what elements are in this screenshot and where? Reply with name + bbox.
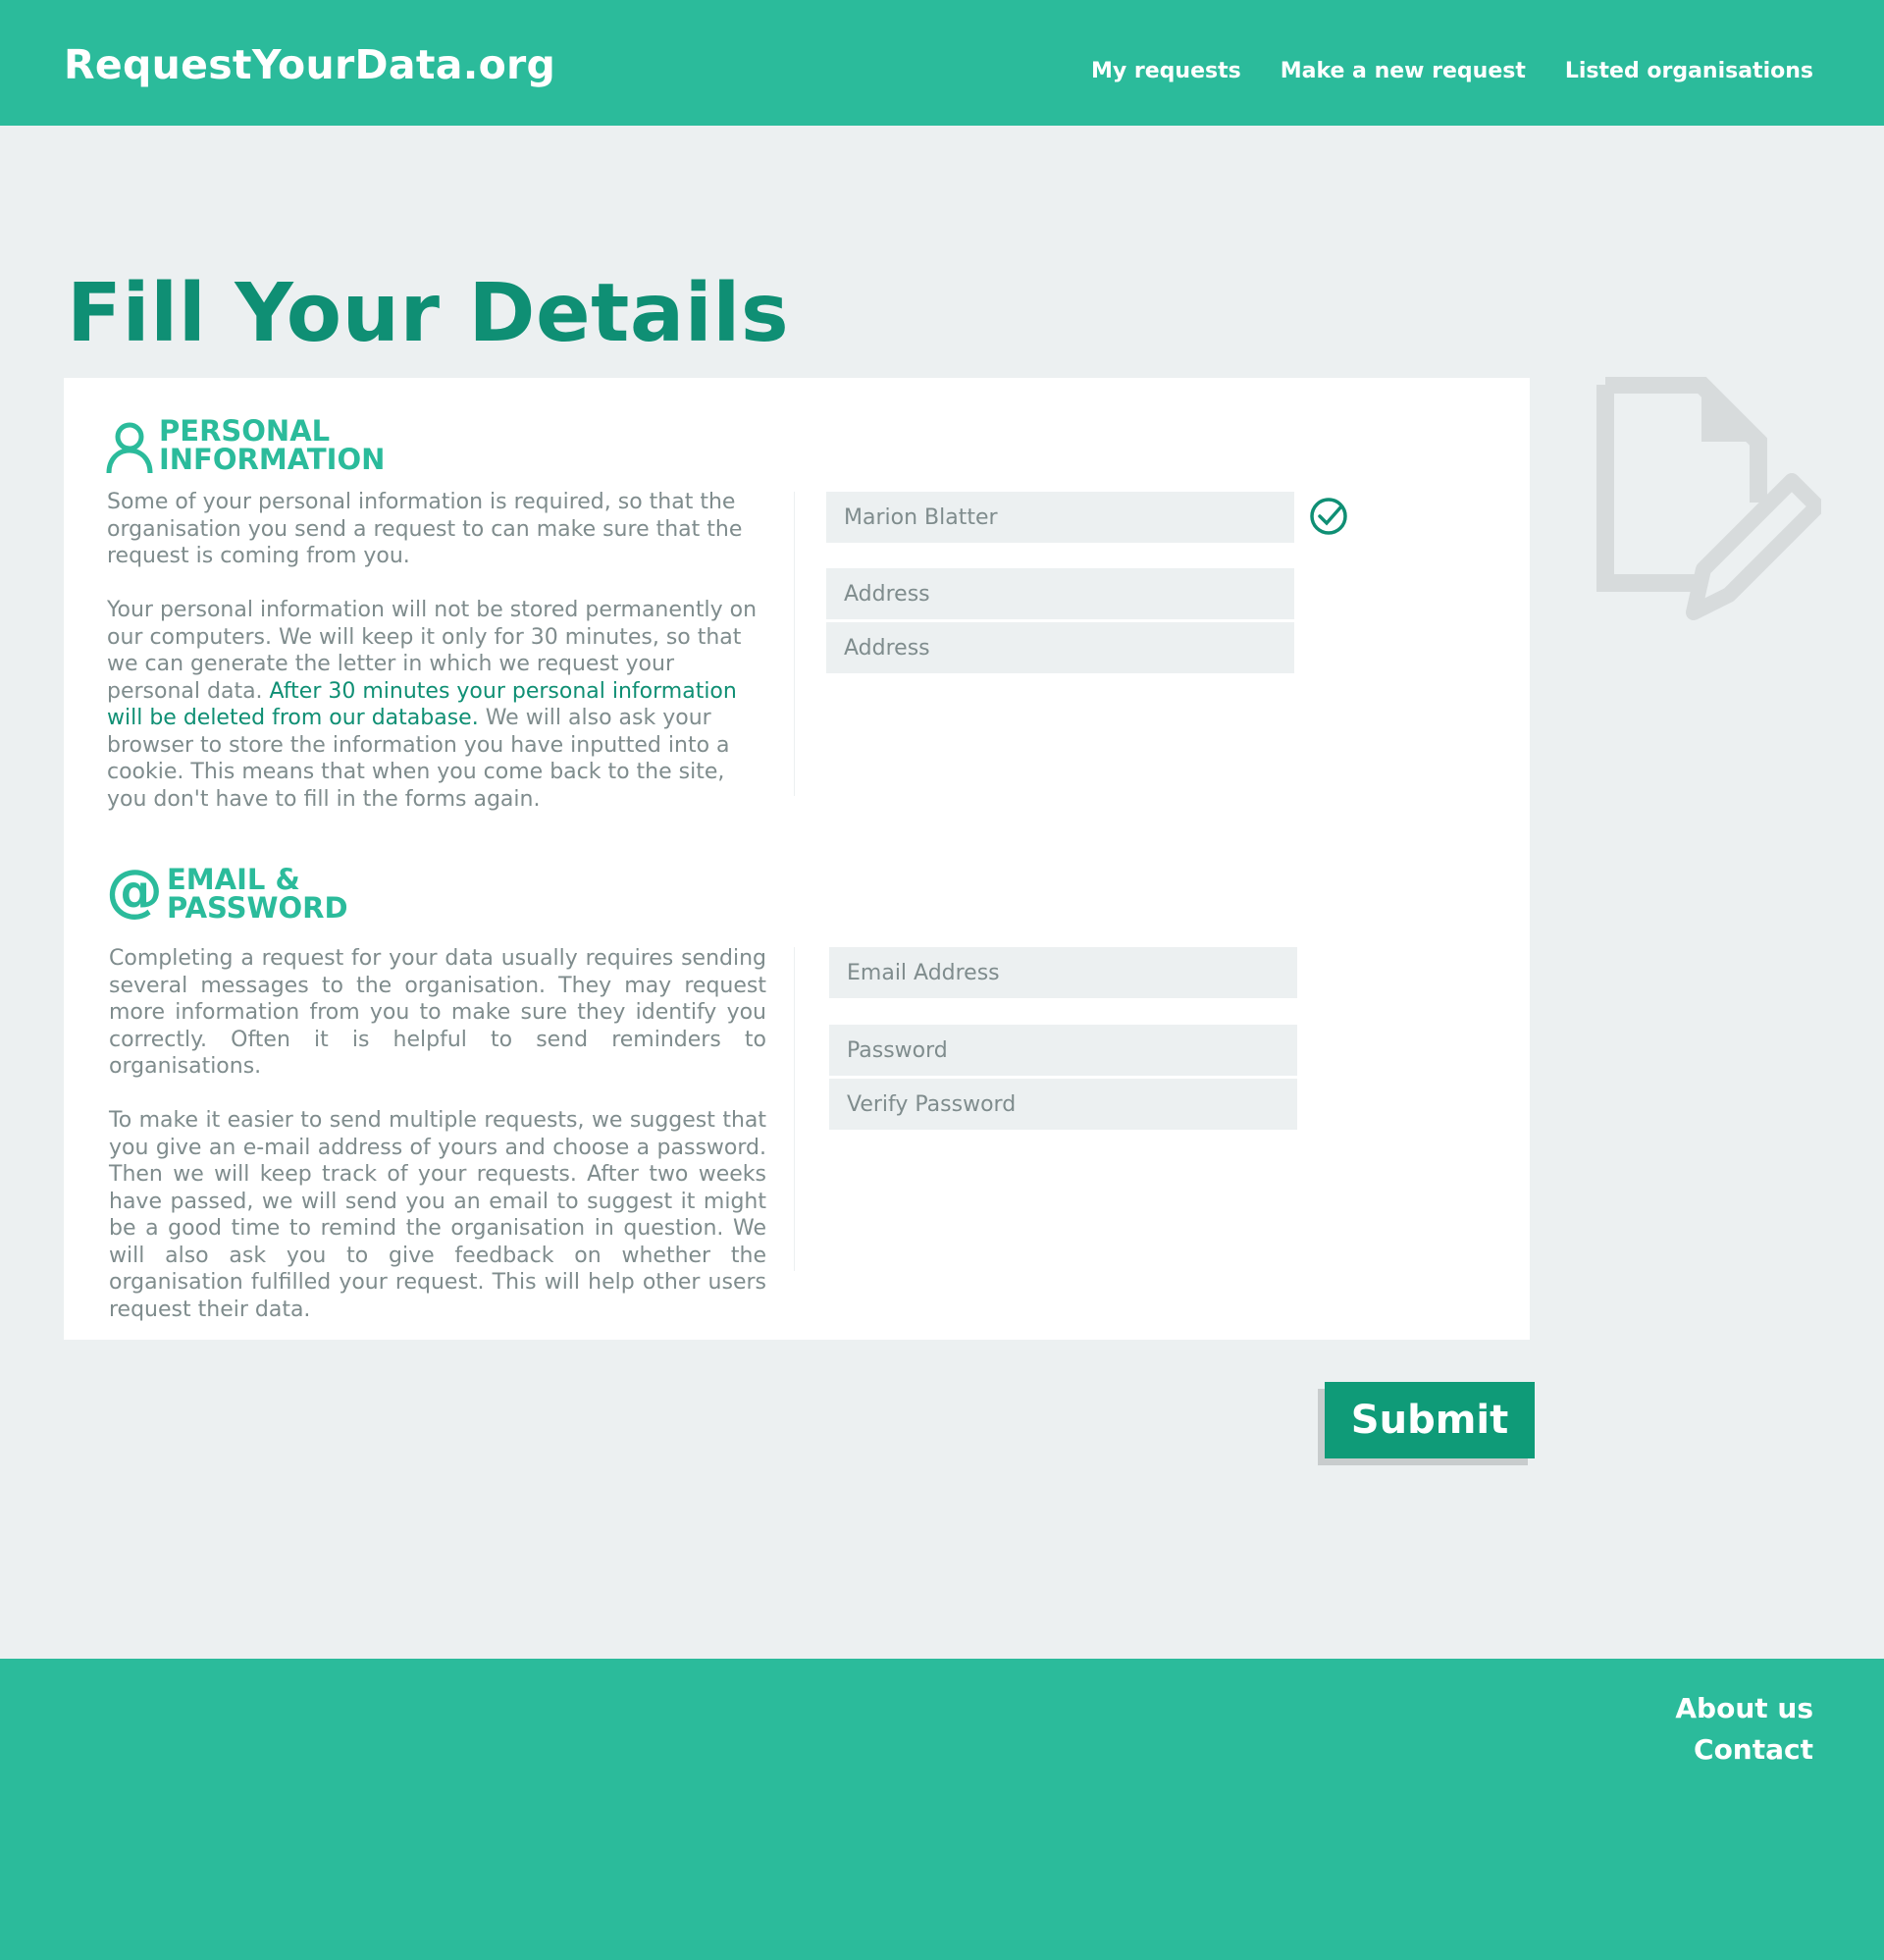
footer-links: About us Contact xyxy=(1675,1688,1813,1771)
address-line-2-input[interactable] xyxy=(826,622,1294,673)
site-logo[interactable]: RequestYourData.org xyxy=(64,41,555,88)
section-divider xyxy=(794,492,795,796)
personal-info-paragraph-1: Some of your personal information is req… xyxy=(107,490,743,568)
personal-info-description: Some of your personal information is req… xyxy=(107,489,760,840)
password-input[interactable] xyxy=(829,1025,1297,1076)
personal-info-title-line2: INFORMATION xyxy=(159,443,386,476)
document-edit-icon xyxy=(1596,377,1821,620)
email-password-title: EMAIL & PASSWORD xyxy=(167,866,348,923)
email-password-description: Completing a request for your data usual… xyxy=(109,945,766,1351)
footer-contact-link[interactable]: Contact xyxy=(1675,1729,1813,1771)
email-password-heading: @ EMAIL & PASSWORD xyxy=(106,857,348,924)
personal-info-paragraph-2: Your personal information will not be st… xyxy=(107,597,760,813)
valid-check-icon xyxy=(1310,498,1347,535)
section-divider xyxy=(794,947,795,1271)
page-title: Fill Your Details xyxy=(67,267,790,360)
verify-password-input[interactable] xyxy=(829,1079,1297,1130)
personal-info-title: PERSONAL INFORMATION xyxy=(159,417,385,474)
personal-info-heading: PERSONAL INFORMATION xyxy=(106,417,385,476)
email-input[interactable] xyxy=(829,947,1297,998)
at-sign-icon: @ xyxy=(106,857,163,924)
footer: About us Contact xyxy=(0,1659,1884,1960)
user-icon xyxy=(106,422,153,474)
nav-listed-organisations[interactable]: Listed organisations xyxy=(1565,59,1813,83)
email-password-title-line2: PASSWORD xyxy=(167,891,348,925)
nav-make-new-request[interactable]: Make a new request xyxy=(1281,59,1526,83)
email-password-paragraph-2: To make it easier to send multiple reque… xyxy=(109,1108,766,1322)
main-nav: My requests Make a new request Listed or… xyxy=(1091,59,1813,83)
top-navbar: RequestYourData.org My requests Make a n… xyxy=(0,0,1884,126)
footer-about-us-link[interactable]: About us xyxy=(1675,1688,1813,1729)
email-password-paragraph-1: Completing a request for your data usual… xyxy=(109,946,766,1079)
nav-my-requests[interactable]: My requests xyxy=(1091,59,1241,83)
submit-button[interactable]: Submit xyxy=(1325,1382,1535,1458)
full-name-input[interactable] xyxy=(826,492,1294,543)
address-line-1-input[interactable] xyxy=(826,568,1294,619)
